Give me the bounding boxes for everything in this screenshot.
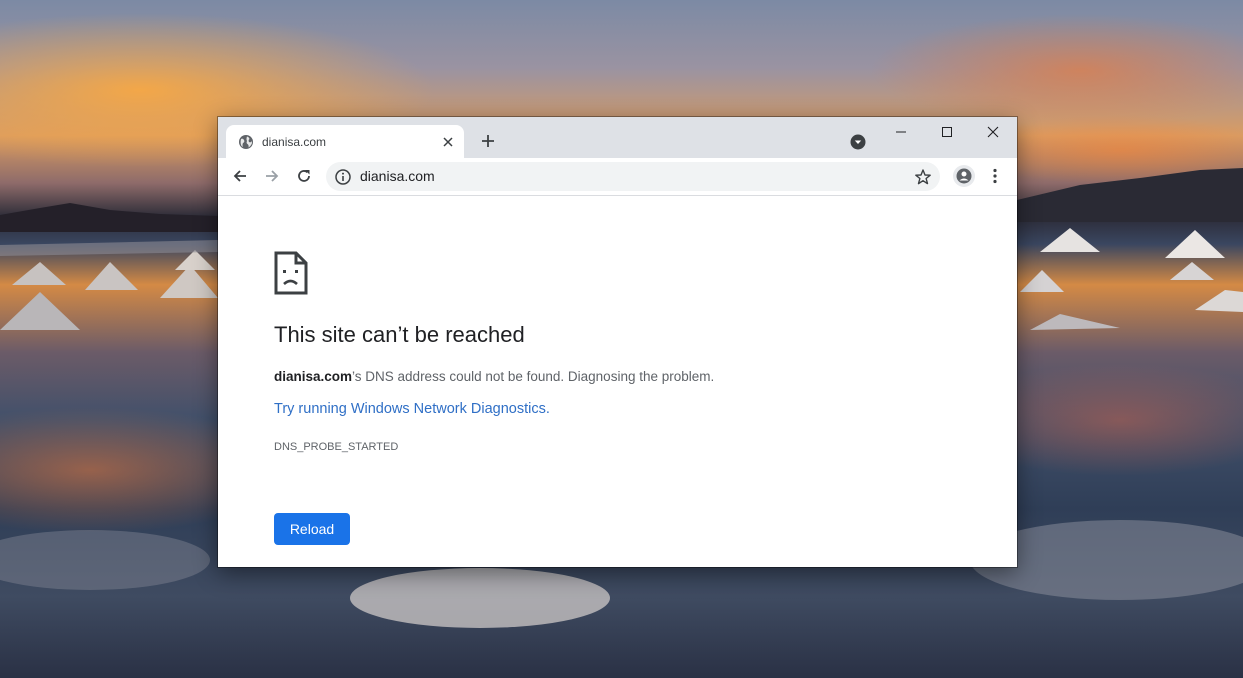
chevron-down-circle-icon[interactable] xyxy=(850,134,866,150)
arrow-right-icon[interactable] xyxy=(262,166,282,186)
address-text[interactable]: dianisa.com xyxy=(360,168,435,185)
arrow-left-icon[interactable] xyxy=(230,166,250,186)
error-title: This site can’t be reached xyxy=(274,322,525,347)
close-icon[interactable] xyxy=(440,134,456,150)
error-description-text: ’s DNS address could not be found. Diagn… xyxy=(352,369,715,384)
person-icon[interactable] xyxy=(953,165,975,187)
globe-icon xyxy=(238,134,254,150)
network-diagnostics-link[interactable]: Try running Windows Network Diagnostics. xyxy=(274,399,550,419)
info-icon[interactable] xyxy=(334,168,352,186)
error-domain: dianisa.com xyxy=(274,369,353,384)
reload-icon[interactable] xyxy=(294,166,314,186)
sad-page-icon xyxy=(274,251,308,295)
error-description: dianisa.com’s DNS address could not be f… xyxy=(274,368,714,386)
close-icon[interactable] xyxy=(970,121,1016,143)
maximize-icon[interactable] xyxy=(924,121,970,143)
toolbar: dianisa.com xyxy=(218,158,1017,196)
tab-active[interactable]: dianisa.com xyxy=(226,125,464,158)
browser-window: dianisa.com dianisa.com This site can’t … xyxy=(218,117,1017,567)
plus-icon[interactable] xyxy=(480,133,496,149)
minimize-icon[interactable] xyxy=(878,121,924,143)
error-code: DNS_PROBE_STARTED xyxy=(274,441,399,453)
tab-title: dianisa.com xyxy=(262,135,327,149)
error-page: This site can’t be reached dianisa.com’s… xyxy=(218,196,1017,567)
star-icon[interactable] xyxy=(914,168,932,186)
address-bar[interactable]: dianisa.com xyxy=(326,162,940,191)
tab-strip: dianisa.com xyxy=(218,117,1017,158)
more-vertical-icon[interactable] xyxy=(986,167,1004,185)
reload-button[interactable]: Reload xyxy=(274,513,350,545)
